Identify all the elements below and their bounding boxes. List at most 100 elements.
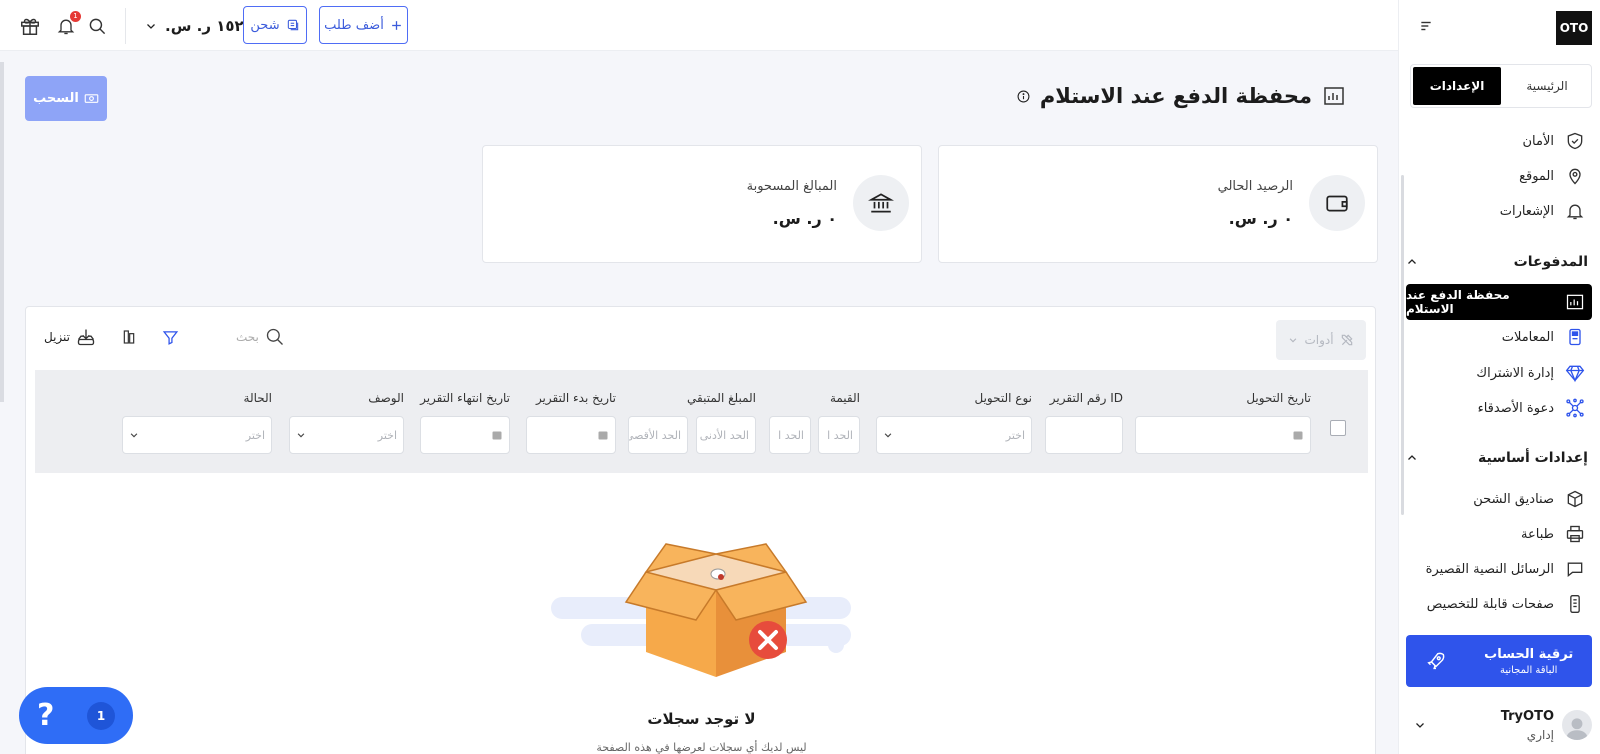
sms-icon [1564, 558, 1586, 580]
tab-settings[interactable]: الإعدادات [1413, 67, 1501, 105]
user-profile-menu[interactable]: TryOTO إداري [1406, 702, 1592, 748]
withdraw-label: السحب [33, 91, 79, 106]
column-header: رقم التقرير ID [1049, 391, 1123, 405]
search-icon[interactable] [85, 14, 109, 38]
calendar-icon [491, 429, 503, 441]
withdrawn-amounts-card: المبالغ المسحوبة ٠ ر. س. [482, 145, 922, 263]
avatar [1562, 710, 1592, 740]
section-title: إعدادات أساسية [1478, 450, 1588, 466]
sidebar-item-printing[interactable]: طباعة [1406, 517, 1592, 551]
empty-box-illustration [551, 532, 861, 682]
filter-icon[interactable] [160, 327, 180, 347]
sidebar-item-location[interactable]: الموقع [1406, 159, 1592, 193]
add-order-button[interactable]: أضف طلب [319, 6, 408, 44]
notifications-bell-icon[interactable]: 1 [54, 11, 81, 38]
recharge-label: شحن [250, 17, 280, 33]
column-header: القيمة [829, 391, 860, 405]
chevron-down-icon [296, 430, 306, 440]
sidebar-item-transactions[interactable]: المعاملات [1406, 320, 1592, 354]
table-header-filters: تاريخ التحويل رقم التقرير ID نوع التحويل… [35, 370, 1368, 473]
value-min-input[interactable]: الحد ا [818, 416, 860, 454]
sidebar-item-label: طباعة [1521, 526, 1554, 542]
sidebar-item-label: المعاملات [1501, 329, 1554, 345]
column-header: الوصف [368, 391, 404, 405]
remaining-min-input[interactable]: الحد الأدنى [696, 416, 756, 454]
sidebar-item-security[interactable]: الأمان [1406, 124, 1592, 158]
sidebar-scrollbar[interactable] [1401, 175, 1404, 515]
sidebar: OTO الرئيسية الإعدادات الأمان الموقع الإ… [1398, 0, 1600, 754]
card-value: ٠ ر. س. [772, 209, 837, 228]
sidebar-item-invite-friends[interactable]: دعوة الأصدقاء [1406, 391, 1592, 425]
sidebar-item-label: إدارة الاشتراك [1476, 365, 1554, 381]
page-scrollbar[interactable] [0, 62, 4, 402]
report-id-input[interactable] [1045, 416, 1123, 454]
input-placeholder: الحد الأدنى [699, 428, 749, 442]
sidebar-item-label: محفظة الدفع عند الاستلام [1406, 288, 1510, 316]
transfer-type-select[interactable]: اختر [876, 416, 1032, 454]
tools-icon [1340, 333, 1354, 347]
sidebar-section-basic-settings[interactable]: إعدادات أساسية [1406, 446, 1588, 470]
description-select[interactable]: اختر [289, 416, 404, 454]
plus-icon [390, 19, 403, 32]
upgrade-account-button[interactable]: ترقية الحساب الباقة المجانية [1406, 635, 1592, 687]
report-start-date-input[interactable] [526, 416, 616, 454]
column-header: نوع التحويل [974, 391, 1033, 405]
sidebar-section-payments[interactable]: المدفوعات [1406, 250, 1588, 274]
info-icon[interactable] [1017, 90, 1030, 103]
bank-icon [853, 175, 909, 231]
transfers-table-panel: أدوات بحث تنزيل تاريخ التحويل رقم التقري… [25, 306, 1376, 754]
bell-icon [1564, 200, 1586, 222]
download-button[interactable]: تنزيل [44, 327, 96, 347]
sidebar-item-subscription[interactable]: إدارة الاشتراك [1406, 356, 1592, 390]
notification-count-badge: 1 [70, 11, 81, 22]
status-select[interactable]: اختر [122, 416, 272, 454]
chevron-down-icon [883, 430, 893, 440]
menu-collapse-icon[interactable] [1418, 18, 1434, 34]
mobile-page-icon [1564, 593, 1586, 615]
withdraw-button[interactable]: السحب [25, 76, 107, 121]
oto-logo[interactable]: OTO [1556, 11, 1592, 45]
columns-icon[interactable] [119, 327, 139, 347]
chevron-up-icon [1406, 256, 1418, 268]
select-all-checkbox[interactable] [1330, 420, 1346, 436]
transfer-date-input[interactable] [1135, 416, 1311, 454]
top-bar: 1 ١٥٢ ر. س. شحن أضف طلب [0, 0, 1398, 51]
help-question-icon: ? [37, 698, 55, 733]
gift-icon[interactable] [18, 14, 42, 38]
user-info: TryOTO إداري [1501, 709, 1554, 742]
cod-wallet-icon [1322, 84, 1346, 108]
balance-dropdown[interactable]: ١٥٢ ر. س. [145, 14, 244, 38]
sidebar-item-sms[interactable]: الرسائل النصية القصيرة [1406, 552, 1592, 586]
search-box[interactable]: بحث [236, 327, 285, 347]
sidebar-item-label: الرسائل النصية القصيرة [1425, 561, 1554, 577]
tab-home[interactable]: الرئيسية [1503, 65, 1591, 107]
input-placeholder: الحد ا [778, 428, 804, 442]
chevron-down-icon [145, 20, 157, 32]
select-placeholder: اختر [377, 428, 397, 442]
user-name: TryOTO [1500, 708, 1554, 724]
remaining-max-input[interactable]: الحد الأقصى [628, 416, 688, 454]
calendar-icon [597, 429, 609, 441]
sidebar-item-label: الموقع [1519, 168, 1554, 184]
card-label: المبالغ المسحوبة [746, 179, 837, 194]
column-header: المبلغ المتبقي [687, 391, 756, 405]
tools-dropdown[interactable]: أدوات [1276, 320, 1366, 360]
section-title: المدفوعات [1513, 254, 1588, 270]
recharge-button[interactable]: شحن [243, 6, 307, 44]
page-title: محفظة الدفع عند الاستلام [1017, 84, 1346, 108]
report-end-date-input[interactable] [420, 416, 510, 454]
value-max-input[interactable]: الحد ا [769, 416, 811, 454]
chevron-down-icon [129, 430, 139, 440]
sidebar-item-cod-wallet[interactable]: محفظة الدفع عند الاستلام [1406, 284, 1592, 320]
upgrade-title: ترقية الحساب [1484, 646, 1574, 662]
sidebar-item-custom-pages[interactable]: صفحات قابلة للتخصيص [1406, 587, 1592, 621]
help-chat-button[interactable]: ? 1 [19, 687, 133, 744]
printer-icon [1564, 523, 1586, 545]
input-placeholder: الحد الأقصى [628, 428, 681, 442]
sidebar-item-shipping-boxes[interactable]: صناديق الشحن [1406, 482, 1592, 516]
box-icon [1564, 488, 1586, 510]
sidebar-item-notifications[interactable]: الإشعارات [1406, 194, 1592, 228]
sidebar-item-label: الأمان [1522, 133, 1555, 149]
balance-value: ١٥٢ ر. س. [165, 17, 244, 35]
select-placeholder: اختر [245, 428, 265, 442]
